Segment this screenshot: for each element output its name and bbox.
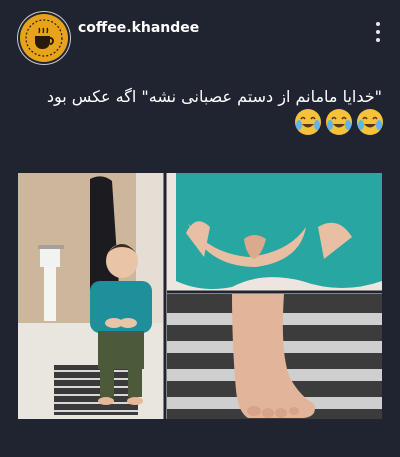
photo-panel-hands — [167, 173, 382, 291]
crying-laughing-emoji-icon — [295, 109, 321, 135]
more-options-button[interactable] — [370, 22, 386, 42]
coffee-cup-logo-icon — [22, 16, 66, 60]
account-username[interactable]: coffee.khandee — [78, 20, 199, 36]
dot — [376, 38, 380, 42]
photo-panel-toddler — [18, 173, 164, 419]
avatar[interactable] — [20, 14, 68, 62]
post-header: coffee.khandee — [0, 0, 400, 64]
post-photo[interactable] — [18, 173, 382, 419]
dot — [376, 22, 380, 26]
crying-laughing-emoji-icon — [357, 109, 383, 135]
photo-panel-foot — [167, 294, 382, 419]
crying-laughing-emoji-icon — [326, 109, 352, 135]
post-caption: "خدایا مامانم از دستم عصبانی نشه" اگه عک… — [46, 87, 382, 106]
dot — [376, 30, 380, 34]
caption-emojis — [292, 108, 384, 138]
